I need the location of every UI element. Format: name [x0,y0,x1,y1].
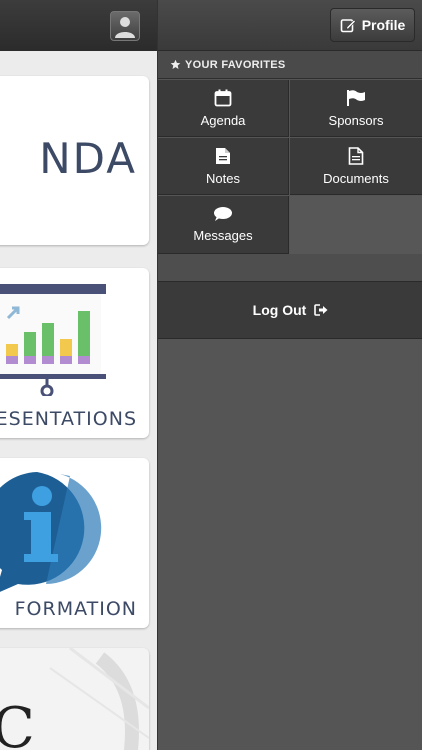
favorite-sponsors-label: Sponsors [328,112,384,128]
profile-button[interactable]: Profile [330,8,415,42]
presentations-tile[interactable]: ESENTATIONS [0,268,149,438]
bottom-tile[interactable]: C [0,648,149,750]
favorite-messages[interactable]: Messages [158,196,289,254]
note-icon [216,147,230,164]
favorite-documents-label: Documents [323,170,389,186]
favorite-agenda[interactable]: Agenda [158,80,289,137]
user-avatar-button[interactable] [110,11,140,41]
favorite-documents[interactable]: Documents [290,138,422,195]
agenda-tile-label: NDA [39,134,137,183]
edit-icon [340,19,356,33]
information-icon [0,472,102,592]
profile-button-label: Profile [361,17,406,33]
main-topbar [0,0,157,51]
user-silhouette-icon [115,17,135,38]
favorite-notes-label: Notes [206,170,240,186]
flag-icon [347,89,365,106]
favorites-header-label: YOUR FAVORITES [185,58,286,71]
information-tile[interactable]: FORMATION [0,458,149,628]
favorite-agenda-label: Agenda [200,112,246,128]
presentations-tile-label: ESENTATIONS [0,408,137,430]
favorites-empty-cell [290,196,422,254]
information-tile-label: FORMATION [14,598,137,620]
star-icon [170,59,181,69]
agenda-tile[interactable]: NDA [0,76,149,245]
logout-button[interactable]: Log Out [158,282,422,339]
chat-bubble-icon [214,207,232,221]
logout-button-label: Log Out [252,302,307,318]
favorites-header: YOUR FAVORITES [158,51,422,79]
favorite-notes[interactable]: Notes [158,138,289,195]
side-menu: Profile YOUR FAVORITES Agenda Sponsors N… [157,0,422,750]
menu-topbar: Profile [158,0,422,51]
bottom-tile-label: C [0,696,36,750]
main-panel: NDA ESENTATIONS FORMATION C [0,0,157,750]
menu-spacer [158,254,422,282]
sign-out-icon [314,304,328,316]
calendar-icon [214,89,232,106]
favorite-messages-label: Messages [193,228,253,243]
document-icon [348,146,364,165]
presentation-board-icon [0,284,106,396]
favorite-sponsors[interactable]: Sponsors [290,80,422,137]
